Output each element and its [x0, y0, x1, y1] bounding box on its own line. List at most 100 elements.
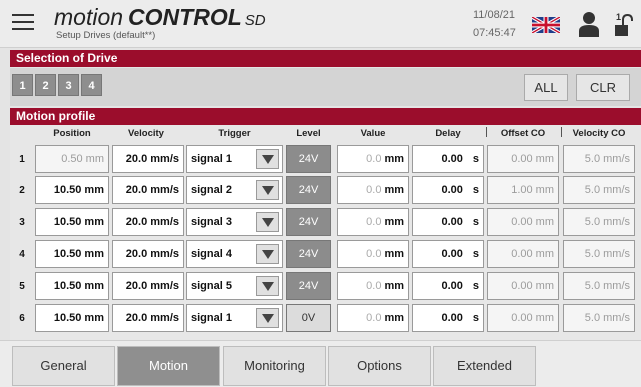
value-unit: mm	[384, 216, 404, 228]
trigger-select[interactable]: signal 1	[186, 304, 283, 332]
page-subtitle: Setup Drives (default**)	[56, 30, 156, 41]
trigger-select[interactable]: signal 1	[186, 145, 283, 173]
chevron-down-icon[interactable]	[256, 244, 279, 264]
drive-button-2[interactable]: 2	[35, 74, 56, 96]
value-number: 0.0	[366, 153, 382, 165]
velocity-input[interactable]: 20.0 mm/s	[112, 176, 184, 204]
velocity-input[interactable]: 20.0 mm/s	[112, 272, 184, 300]
position-input[interactable]: 10.50 mm	[35, 208, 109, 236]
value-unit: mm	[384, 184, 404, 196]
tab-extended[interactable]: Extended	[433, 346, 536, 386]
chevron-down-icon[interactable]	[256, 308, 279, 328]
date-display: 11/08/21	[473, 9, 516, 21]
delay-input[interactable]: 0.00 s	[412, 240, 484, 268]
offset-co-input[interactable]: 1.00 mm	[487, 176, 559, 204]
select-all-button[interactable]: ALL	[524, 74, 568, 101]
tab-general[interactable]: General	[12, 346, 115, 386]
unlock-icon[interactable]: 1	[612, 11, 634, 37]
trigger-value: signal 4	[191, 248, 232, 260]
position-input[interactable]: 10.50 mm	[35, 272, 109, 300]
level-toggle[interactable]: 24V	[286, 272, 331, 300]
value-input[interactable]: 0.0 mm	[337, 145, 409, 173]
delay-input[interactable]: 0.00 s	[412, 272, 484, 300]
chevron-down-icon[interactable]	[256, 212, 279, 232]
value-number: 0.0	[366, 312, 382, 324]
user-icon[interactable]	[579, 11, 599, 37]
velocity-co-input[interactable]: 5.0 mm/s	[563, 176, 635, 204]
tab-options[interactable]: Options	[328, 346, 431, 386]
offset-co-input[interactable]: 0.00 mm	[487, 240, 559, 268]
drive-button-4[interactable]: 4	[81, 74, 102, 96]
value-input[interactable]: 0.0 mm	[337, 240, 409, 268]
trigger-select[interactable]: signal 4	[186, 240, 283, 268]
offset-co-input[interactable]: 0.00 mm	[487, 208, 559, 236]
position-input[interactable]: 0.50 mm	[35, 145, 109, 173]
velocity-co-input[interactable]: 5.0 mm/s	[563, 304, 635, 332]
uk-flag-icon[interactable]	[532, 17, 560, 33]
velocity-input[interactable]: 20.0 mm/s	[112, 304, 184, 332]
trigger-value: signal 3	[191, 216, 232, 228]
position-input[interactable]: 10.50 mm	[35, 304, 109, 332]
trigger-value: signal 2	[191, 184, 232, 196]
velocity-input[interactable]: 20.0 mm/s	[112, 145, 184, 173]
menu-icon[interactable]	[12, 14, 34, 32]
velocity-input[interactable]: 20.0 mm/s	[112, 208, 184, 236]
velocity-co-input[interactable]: 5.0 mm/s	[563, 145, 635, 173]
brand-motion: motion	[54, 4, 124, 30]
value-input[interactable]: 0.0 mm	[337, 176, 409, 204]
delay-input[interactable]: 0.00 s	[412, 304, 484, 332]
velocity-co-input[interactable]: 5.0 mm/s	[563, 272, 635, 300]
tab-motion[interactable]: Motion	[117, 346, 220, 386]
position-input[interactable]: 10.50 mm	[35, 240, 109, 268]
value-input[interactable]: 0.0 mm	[337, 304, 409, 332]
position-input[interactable]: 10.50 mm	[35, 176, 109, 204]
drive-button-1[interactable]: 1	[12, 74, 33, 96]
delay-number: 0.00	[441, 216, 463, 228]
clear-selection-button[interactable]: CLR	[576, 74, 630, 101]
trigger-select[interactable]: signal 2	[186, 176, 283, 204]
tab-bar: General Motion Monitoring Options Extend…	[0, 340, 641, 387]
motion-profile-table: Position Velocity Trigger Level Value De…	[10, 125, 641, 340]
brand-control: CONTROL	[128, 4, 242, 30]
chevron-down-icon[interactable]	[256, 276, 279, 296]
value-input[interactable]: 0.0 mm	[337, 208, 409, 236]
column-header-velocity-co: Velocity CO	[572, 128, 626, 139]
delay-unit: s	[472, 312, 479, 324]
delay-unit: s	[472, 248, 479, 260]
delay-number: 0.00	[441, 153, 463, 165]
column-header-delay: Delay	[435, 128, 461, 139]
drive-button-3[interactable]: 3	[58, 74, 79, 96]
value-number: 0.0	[366, 216, 382, 228]
chevron-down-icon[interactable]	[256, 180, 279, 200]
column-header-position: Position	[53, 128, 91, 139]
brand-sd: SD	[244, 12, 266, 29]
delay-input[interactable]: 0.00 s	[412, 145, 484, 173]
level-toggle[interactable]: 24V	[286, 145, 331, 173]
column-header-value: Value	[360, 128, 386, 139]
offset-co-input[interactable]: 0.00 mm	[487, 304, 559, 332]
trigger-select[interactable]: signal 3	[186, 208, 283, 236]
level-toggle[interactable]: 24V	[286, 240, 331, 268]
velocity-co-input[interactable]: 5.0 mm/s	[563, 208, 635, 236]
row-number: 3	[19, 217, 25, 228]
tab-monitoring[interactable]: Monitoring	[223, 346, 326, 386]
value-input[interactable]: 0.0 mm	[337, 272, 409, 300]
column-header-trigger: Trigger	[218, 128, 251, 139]
delay-input[interactable]: 0.00 s	[412, 208, 484, 236]
offset-co-input[interactable]: 0.00 mm	[487, 272, 559, 300]
velocity-input[interactable]: 20.0 mm/s	[112, 240, 184, 268]
level-toggle[interactable]: 24V	[286, 176, 331, 204]
delay-input[interactable]: 0.00 s	[412, 176, 484, 204]
trigger-value: signal 1	[191, 153, 232, 165]
value-number: 0.0	[366, 248, 382, 260]
column-separator	[486, 127, 487, 137]
offset-co-input[interactable]: 0.00 mm	[487, 145, 559, 173]
level-toggle[interactable]: 24V	[286, 208, 331, 236]
delay-unit: s	[472, 216, 479, 228]
row-number: 6	[19, 313, 25, 324]
velocity-co-input[interactable]: 5.0 mm/s	[563, 240, 635, 268]
level-toggle[interactable]: 0V	[286, 304, 331, 332]
trigger-value: signal 5	[191, 280, 232, 292]
trigger-select[interactable]: signal 5	[186, 272, 283, 300]
chevron-down-icon[interactable]	[256, 149, 279, 169]
